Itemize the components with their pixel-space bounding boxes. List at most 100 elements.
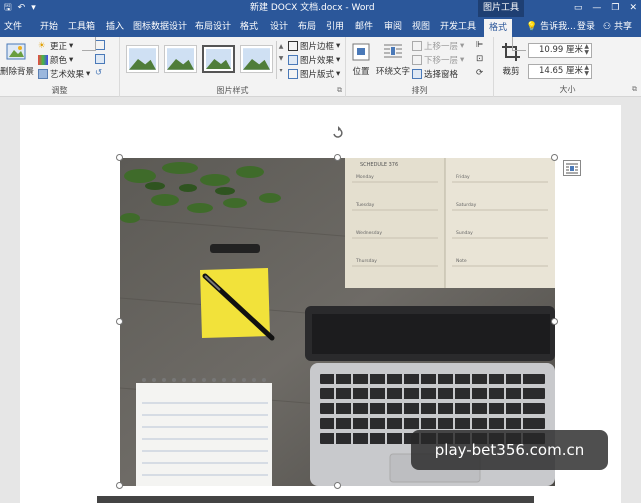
tab-layout[interactable]: 布局 <box>298 17 316 37</box>
tab-chart-design[interactable]: 图标数据设计 <box>133 17 187 37</box>
scroll-up-icon[interactable]: ▲ <box>277 41 285 53</box>
corrections-button[interactable]: ☀ 更正 ▾ <box>38 40 73 52</box>
page-corner-top-left <box>82 37 96 51</box>
selection-pane-button[interactable]: 选择窗格 <box>412 68 458 80</box>
color-button[interactable]: 颜色 ▾ <box>38 54 73 66</box>
layout-options-icon[interactable] <box>563 160 581 176</box>
picture-layout-button[interactable]: 图片版式 ▾ <box>288 68 340 80</box>
send-backward-button[interactable]: 下移一层 ▾ <box>412 54 464 66</box>
share-button[interactable]: ⚇ 共享 <box>603 17 632 37</box>
tab-developer[interactable]: 开发工具 <box>440 17 476 37</box>
tab-review[interactable]: 审阅 <box>384 17 402 37</box>
corrections-label: 更正 <box>50 42 68 52</box>
selection-pane-label: 选择窗格 <box>424 70 459 80</box>
resize-handle-top-left[interactable] <box>116 154 123 161</box>
title-bar: 🖫 ↶ ▾ 新建 DOCX 文档.docx - Word 图片工具 ▭ — ❐ … <box>0 0 641 17</box>
group-arrange-label: 排列 <box>411 86 428 95</box>
picture-effects-button[interactable]: 图片效果 ▾ <box>288 54 340 66</box>
height-spinner[interactable]: ▲ ▼ <box>584 44 589 56</box>
reset-picture-button[interactable]: ↺ <box>95 68 105 78</box>
group-adjust-label: 调整 <box>51 86 68 95</box>
tab-picture-format[interactable]: 格式 <box>484 19 513 37</box>
picture-border-icon <box>288 41 298 51</box>
compress-pictures-button[interactable] <box>95 40 105 50</box>
tab-home[interactable]: 开始 <box>40 17 58 37</box>
tab-view[interactable]: 视图 <box>412 17 430 37</box>
tab-format-1[interactable]: 格式 <box>240 17 258 37</box>
resize-handle-bottom-left[interactable] <box>116 482 123 489</box>
planner-day-3: Wednesday <box>356 230 382 236</box>
resize-handle-right[interactable] <box>551 318 558 325</box>
picture-style-3-preview <box>206 49 231 69</box>
width-spinner[interactable]: ▲ ▼ <box>584 65 589 77</box>
ribbon-options-icon[interactable]: ▭ <box>574 2 583 15</box>
picture-style-3[interactable] <box>202 45 235 73</box>
group-picture-styles-label: 图片样式 <box>216 86 249 95</box>
position-icon <box>350 41 372 63</box>
next-image-edge <box>97 496 534 503</box>
picture-style-1[interactable] <box>126 45 159 73</box>
planner-day-2: Tuesday <box>355 202 375 208</box>
login-button[interactable]: 登录 <box>577 17 595 37</box>
group-adjust: 删除背景 ☀ 更正 ▾ 颜色 ▾ 艺术效果 ▾ ↺ 调整 <box>0 37 120 97</box>
dropdown-arrow-icon: ▾ <box>69 55 74 65</box>
dropdown-arrow-icon: ▾ <box>460 41 465 51</box>
picture-styles-launcher-icon[interactable]: ⧉ <box>337 86 342 95</box>
word-window: 🖫 ↶ ▾ 新建 DOCX 文档.docx - Word 图片工具 ▭ — ❐ … <box>0 0 641 503</box>
position-button[interactable]: 位置 <box>348 41 374 77</box>
rotate-handle-icon[interactable] <box>331 126 345 140</box>
tab-toolbox[interactable]: 工具箱 <box>68 17 95 37</box>
group-arrange: 位置 环绕文字 上移一层 ▾ 下移一层 ▾ 选择窗格 ⊫ ⊡ ⟳ 排列 <box>346 37 494 97</box>
restore-icon[interactable]: ❐ <box>611 2 619 15</box>
change-picture-button[interactable] <box>95 54 105 64</box>
customize-qat-icon[interactable]: ▾ <box>31 2 36 15</box>
close-icon[interactable]: ✕ <box>629 2 637 15</box>
height-input[interactable]: 10.99 厘米 ▲ ▼ <box>528 43 592 58</box>
window-controls: ▭ — ❐ ✕ <box>574 2 637 15</box>
pen-cap <box>210 244 260 253</box>
resize-handle-top[interactable] <box>334 154 341 161</box>
bring-forward-label: 上移一层 <box>424 42 459 52</box>
group-objects-button[interactable]: ⊡ <box>476 54 483 64</box>
size-launcher-icon[interactable]: ⧉ <box>632 85 637 94</box>
tab-file[interactable]: 文件 <box>4 17 22 37</box>
wrap-text-button[interactable]: 环绕文字 <box>376 41 410 77</box>
tell-me-search[interactable]: 💡 告诉我... <box>526 17 576 37</box>
planner-day-8: Note <box>456 258 467 264</box>
bring-forward-button[interactable]: 上移一层 ▾ <box>412 40 464 52</box>
picture-border-button[interactable]: 图片边框 ▾ <box>288 40 340 52</box>
picture-style-4-preview <box>243 48 270 70</box>
minimize-icon[interactable]: — <box>592 2 601 15</box>
resize-handle-bottom[interactable] <box>334 482 341 489</box>
artistic-label: 艺术效果 <box>50 70 85 80</box>
picture-layout-label: 图片版式 <box>300 70 335 80</box>
change-picture-icon <box>95 54 105 64</box>
quick-access-toolbar: 🖫 ↶ ▾ <box>4 2 36 15</box>
resize-handle-left[interactable] <box>116 318 123 325</box>
tab-mailings[interactable]: 邮件 <box>355 17 373 37</box>
resize-handle-top-right[interactable] <box>551 154 558 161</box>
send-backward-icon <box>412 55 422 65</box>
gallery-more-icon[interactable]: ▾ <box>277 65 285 77</box>
remove-background-button[interactable]: 删除背景 <box>0 41 34 77</box>
undo-icon[interactable]: ↶ <box>18 2 26 15</box>
tab-design[interactable]: 设计 <box>270 17 288 37</box>
save-icon[interactable]: 🖫 <box>4 2 12 15</box>
width-input[interactable]: 14.65 厘米 ▲ ▼ <box>528 64 592 79</box>
planner-day-6: Saturday <box>456 202 477 208</box>
tab-insert[interactable]: 插入 <box>106 17 124 37</box>
tab-layout-design[interactable]: 布局设计 <box>195 17 231 37</box>
tab-references[interactable]: 引用 <box>326 17 344 37</box>
artistic-effects-button[interactable]: 艺术效果 ▾ <box>38 68 90 80</box>
scroll-down-icon[interactable]: ▼ <box>277 53 285 65</box>
artistic-icon <box>38 69 48 79</box>
dropdown-arrow-icon: ▾ <box>86 69 91 79</box>
picture-style-4[interactable] <box>240 45 273 73</box>
align-icon: ⊫ <box>476 40 484 50</box>
picture-style-2[interactable] <box>164 45 197 73</box>
styles-gallery-scroll[interactable]: ▲ ▼ ▾ <box>276 41 285 79</box>
sticky-note <box>200 268 275 341</box>
planner-book: SCHEDULE 376 Monday Tuesday Wednesday Th… <box>345 158 555 288</box>
align-button[interactable]: ⊫ <box>476 40 483 50</box>
rotate-objects-button[interactable]: ⟳ <box>476 68 483 78</box>
